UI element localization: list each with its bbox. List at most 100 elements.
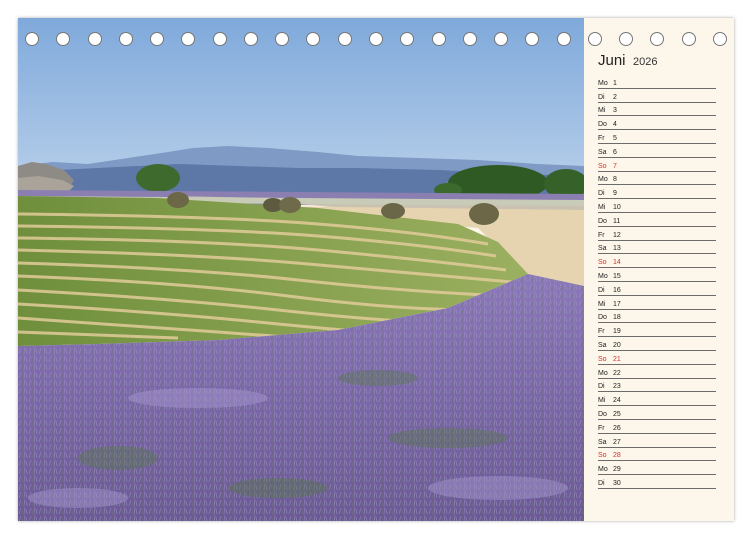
weekday-label: Di — [598, 286, 605, 294]
day-number: 8 — [613, 176, 617, 184]
day-row: Fr 12 — [598, 227, 716, 241]
day-number: 29 — [613, 466, 621, 474]
day-list: Mo 1 Di 2 Mi 3 Do 4 Fr 5 Sa 6 So 7 Mo 8 Di 9 Mi 10 Do 11 Fr 12 S… — [598, 75, 716, 489]
weekday-label: Do — [598, 121, 607, 129]
weekday-label: So — [598, 452, 607, 460]
weekday-label: Sa — [598, 341, 607, 349]
day-number: 12 — [613, 231, 621, 239]
binding-ring-icon — [25, 32, 39, 46]
day-row: Mi 24 — [598, 392, 716, 407]
day-row: Mo 22 — [598, 365, 716, 379]
day-row: Mo 29 — [598, 461, 716, 476]
weekday-label: Do — [598, 217, 607, 225]
day-row: Do 18 — [598, 310, 716, 324]
binding-ring-icon — [619, 32, 634, 46]
day-row: Mo 8 — [598, 172, 716, 186]
binding-ring-icon — [462, 32, 477, 46]
weekday-label: Fr — [598, 328, 605, 336]
year-label: 2026 — [632, 56, 658, 68]
binding-ring-icon — [681, 32, 696, 46]
day-number: 13 — [613, 245, 621, 253]
day-row: Do 11 — [598, 213, 716, 227]
binding-ring-icon — [181, 32, 196, 46]
calendar-page: Juni 2026 Mo 1 Di 2 Mi 3 Do 4 Fr 5 Sa 6 So 7 Mo 8 Di 9 Mi 1… — [18, 18, 734, 521]
day-number: 15 — [613, 272, 621, 280]
day-number: 22 — [613, 369, 621, 377]
day-number: 14 — [613, 259, 621, 267]
binding-ring-icon — [525, 32, 540, 46]
day-row: Mo 15 — [598, 268, 716, 282]
lavender-field-photo — [18, 18, 584, 521]
day-number: 5 — [613, 134, 617, 142]
binding-ring-icon — [243, 32, 258, 46]
day-number: 21 — [613, 355, 621, 363]
day-number: 4 — [613, 121, 617, 129]
day-row: So 14 — [598, 254, 716, 269]
binding-ring-icon — [494, 32, 509, 46]
day-number: 19 — [613, 328, 621, 336]
binding-ring-icon — [87, 32, 102, 46]
day-number: 24 — [613, 397, 621, 405]
day-row: Sa 20 — [598, 337, 716, 351]
spiral-binding — [18, 32, 734, 48]
binding-ring-icon — [400, 32, 415, 46]
weekday-label: Di — [598, 479, 605, 487]
day-number: 10 — [613, 203, 621, 211]
day-number: 17 — [613, 300, 621, 308]
day-row: Fr 26 — [598, 420, 716, 434]
day-row: Do 25 — [598, 406, 716, 420]
day-number: 27 — [613, 438, 621, 446]
weekday-label: Mo — [598, 466, 608, 474]
weekday-label: So — [598, 259, 607, 267]
day-number: 9 — [613, 190, 617, 198]
weekday-label: Fr — [598, 424, 605, 432]
binding-ring-icon — [56, 32, 71, 46]
day-row: Di 9 — [598, 185, 716, 200]
weekday-label: Sa — [598, 438, 607, 446]
binding-ring-icon — [369, 32, 383, 46]
binding-ring-icon — [212, 32, 227, 46]
binding-ring-icon — [150, 32, 165, 46]
day-number: 18 — [613, 314, 621, 322]
day-number: 26 — [613, 424, 621, 432]
day-row: Mi 10 — [598, 199, 716, 213]
weekday-label: Mo — [598, 176, 608, 184]
day-row: Sa 13 — [598, 241, 716, 255]
day-number: 1 — [613, 79, 617, 87]
weekday-label: Mi — [598, 107, 606, 115]
day-number: 11 — [613, 217, 621, 225]
day-row: Di 30 — [598, 475, 716, 489]
weekday-label: Fr — [598, 134, 605, 142]
day-number: 3 — [613, 107, 617, 115]
binding-ring-icon — [337, 32, 352, 46]
day-number: 16 — [613, 286, 621, 294]
day-number: 2 — [613, 93, 617, 101]
binding-ring-icon — [118, 32, 133, 46]
weekday-label: Mo — [598, 369, 608, 377]
weekday-label: Mi — [598, 300, 606, 308]
day-row: So 28 — [598, 448, 716, 462]
day-number: 30 — [613, 479, 621, 487]
day-number: 7 — [613, 162, 617, 170]
day-row: Sa 27 — [598, 434, 716, 448]
day-row: Fr 5 — [598, 130, 716, 144]
day-row: Mi 17 — [598, 296, 716, 310]
day-row: Mo 1 — [598, 75, 716, 89]
weekday-label: Sa — [598, 245, 607, 253]
day-row: Fr 19 — [598, 323, 716, 338]
weekday-label: Mi — [598, 397, 606, 405]
day-row: Di 23 — [598, 379, 716, 393]
month-heading: Juni 2026 — [598, 52, 657, 70]
weekday-label: Mi — [598, 203, 606, 211]
day-row: Sa 6 — [598, 144, 716, 158]
binding-ring-icon — [431, 32, 446, 46]
day-row: Mi 3 — [598, 103, 716, 117]
day-row: Di 16 — [598, 282, 716, 296]
weekday-label: Do — [598, 410, 607, 418]
weekday-label: Di — [598, 383, 605, 391]
day-number: 20 — [613, 341, 621, 349]
day-row: So 7 — [598, 158, 716, 172]
day-number: 6 — [613, 148, 617, 156]
binding-ring-icon — [556, 32, 571, 46]
month-name: Juni — [598, 52, 626, 69]
